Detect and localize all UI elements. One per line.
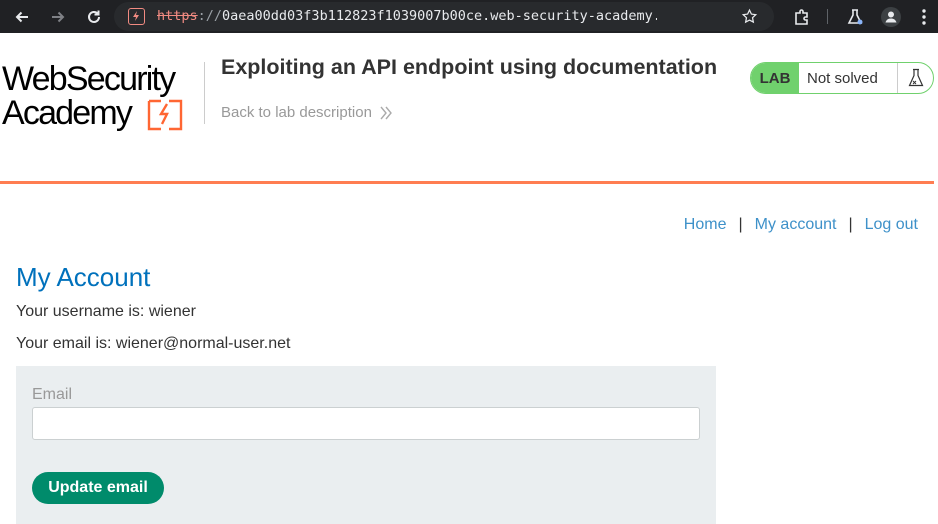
header-divider (204, 62, 205, 124)
page-title: My Account (16, 262, 151, 292)
lab-status-widget: LAB Not solved (750, 62, 934, 94)
profile-avatar-icon[interactable] (878, 4, 904, 30)
lab-status-text: Not solved (807, 69, 878, 87)
labs-flask-icon[interactable] (842, 4, 868, 30)
lab-flask-icon (897, 63, 933, 93)
update-email-button[interactable]: Update email (32, 472, 164, 504)
address-bar[interactable]: https://0aea00dd03f3b112823f1039007b00ce… (114, 2, 774, 31)
double-chevron-right-icon (380, 106, 392, 120)
url-text: https://0aea00dd03f3b112823f1039007b00ce… (157, 8, 657, 24)
email-input[interactable] (32, 407, 700, 440)
email-label: Email (32, 386, 73, 403)
toolbar-divider (827, 9, 828, 24)
reload-icon[interactable] (81, 4, 107, 30)
username-info: Your username is: wiener (16, 303, 196, 320)
logo-line-1: WebSecurity (2, 60, 176, 98)
forward-arrow-icon[interactable] (45, 4, 71, 30)
bookmark-star-icon[interactable] (741, 8, 758, 30)
nav-my-account-link[interactable]: My account (755, 216, 837, 234)
nav-separator: | (848, 216, 853, 233)
email-info: Your email is: wiener@normal-user.net (16, 335, 291, 352)
header-orange-rule (0, 181, 934, 184)
web-security-academy-logo[interactable]: WebSecurity Academy (2, 62, 202, 132)
kebab-menu-icon[interactable] (914, 4, 934, 30)
back-to-lab-description-link[interactable]: Back to lab description (221, 104, 392, 121)
back-arrow-icon[interactable] (9, 4, 35, 30)
site-lab-icon (128, 8, 145, 25)
back-link-text: Back to lab description (221, 104, 372, 121)
nav-home-link[interactable]: Home (684, 216, 727, 234)
browser-toolbar: https://0aea00dd03f3b112823f1039007b00ce… (0, 0, 938, 33)
logo-bolt-icon (147, 99, 183, 131)
nav-logout-link[interactable]: Log out (865, 216, 918, 234)
extensions-icon[interactable] (789, 4, 815, 30)
lab-title: Exploiting an API endpoint using documen… (221, 55, 718, 79)
change-email-form: Email Update email (16, 366, 716, 524)
lab-tag: LAB (751, 63, 799, 93)
nav-separator: | (738, 216, 743, 233)
top-nav: Home | My account | Log out (684, 216, 918, 234)
